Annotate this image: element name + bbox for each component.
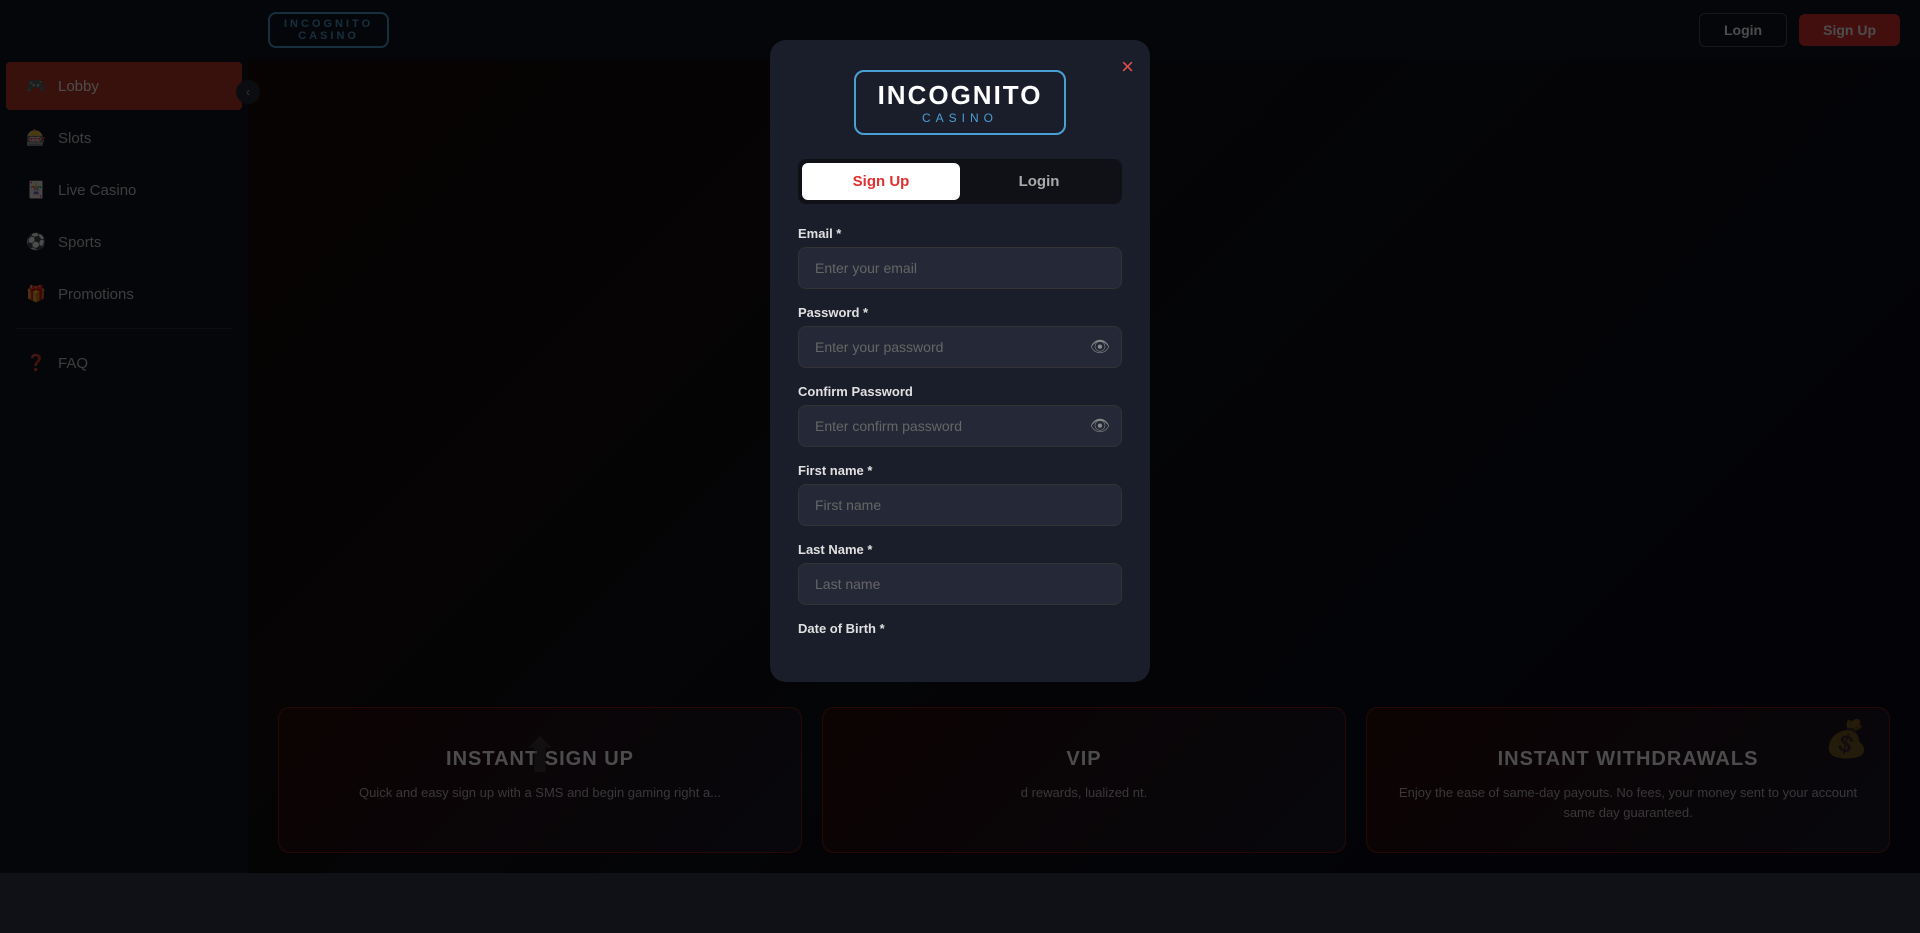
password-field-group: Password * 👁 [798, 305, 1122, 368]
modal-overlay: × INCOGNITO CASINO Sign Up Login Email *… [0, 0, 1920, 873]
first-name-field-group: First name * [798, 463, 1122, 526]
tab-login[interactable]: Login [960, 163, 1118, 200]
last-name-label: Last Name * [798, 542, 1122, 557]
modal-close-button[interactable]: × [1121, 54, 1134, 80]
password-label: Password * [798, 305, 1122, 320]
dob-field-group: Date of Birth * [798, 621, 1122, 636]
confirm-password-input-wrap: 👁 [798, 405, 1122, 447]
tab-signup[interactable]: Sign Up [802, 163, 960, 200]
last-name-input[interactable] [798, 563, 1122, 605]
password-input[interactable] [798, 326, 1122, 368]
signup-modal: × INCOGNITO CASINO Sign Up Login Email *… [770, 40, 1150, 682]
password-input-wrap: 👁 [798, 326, 1122, 368]
modal-logo: INCOGNITO CASINO [798, 70, 1122, 135]
last-name-field-group: Last Name * [798, 542, 1122, 605]
email-label: Email * [798, 226, 1122, 241]
confirm-password-field-group: Confirm Password 👁 [798, 384, 1122, 447]
email-input-wrap [798, 247, 1122, 289]
dob-label: Date of Birth * [798, 621, 1122, 636]
confirm-password-eye-icon[interactable]: 👁 [1090, 416, 1110, 436]
modal-tabs: Sign Up Login [798, 159, 1122, 204]
first-name-label: First name * [798, 463, 1122, 478]
modal-brand-name: INCOGNITO [878, 80, 1043, 111]
modal-brand-sub: CASINO [878, 111, 1043, 125]
last-name-input-wrap [798, 563, 1122, 605]
confirm-password-input[interactable] [798, 405, 1122, 447]
first-name-input[interactable] [798, 484, 1122, 526]
email-input[interactable] [798, 247, 1122, 289]
first-name-input-wrap [798, 484, 1122, 526]
password-eye-icon[interactable]: 👁 [1090, 337, 1110, 357]
modal-logo-badge: INCOGNITO CASINO [854, 70, 1067, 135]
confirm-password-label: Confirm Password [798, 384, 1122, 399]
email-field-group: Email * [798, 226, 1122, 289]
